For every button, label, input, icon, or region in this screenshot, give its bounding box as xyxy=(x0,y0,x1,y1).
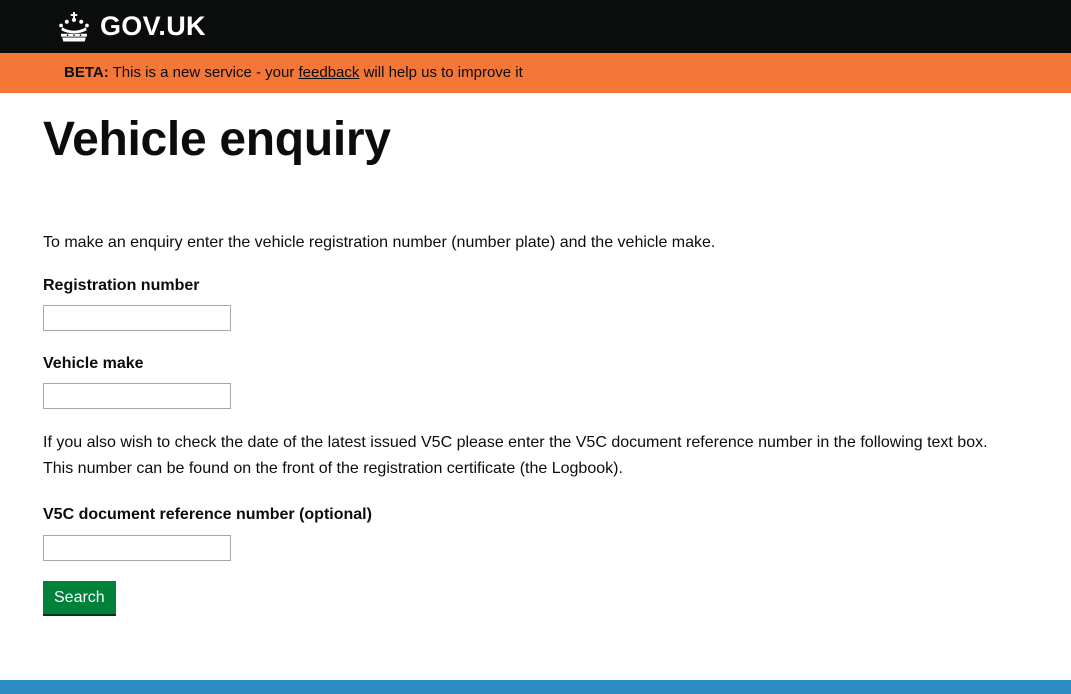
phase-banner-text-after: will help us to improve it xyxy=(359,64,523,81)
v5c-helper-paragraph: If you also wish to check the date of th… xyxy=(43,434,988,478)
page-title: Vehicle enquiry xyxy=(43,113,391,166)
registration-number-label: Registration number xyxy=(43,276,200,294)
vehicle-make-label: Vehicle make xyxy=(43,355,144,373)
phase-banner-content: BETA: This is a new service - your feedb… xyxy=(0,64,523,82)
search-button[interactable]: Search xyxy=(43,580,116,616)
registration-number-input[interactable] xyxy=(43,305,231,332)
intro-paragraph: To make an enquiry enter the vehicle reg… xyxy=(43,233,716,251)
vehicle-make-input[interactable] xyxy=(43,383,231,410)
v5c-reference-input[interactable] xyxy=(43,534,231,561)
footer-blue-strip xyxy=(0,680,1071,694)
feedback-link[interactable]: feedback xyxy=(299,64,360,81)
phase-banner-text-before: This is a new service - your xyxy=(108,64,299,81)
v5c-reference-label: V5C document reference number (optional) xyxy=(43,506,372,524)
beta-tag: BETA: xyxy=(64,64,109,81)
gov-uk-logotype[interactable]: GOV.UK xyxy=(100,13,206,40)
beta-phase-banner: BETA: This is a new service - your feedb… xyxy=(0,53,1071,93)
gov-uk-header: GOV.UK xyxy=(0,0,1071,53)
crown-icon xyxy=(56,11,92,42)
main-content: Vehicle enquiry To make an enquiry enter… xyxy=(0,93,1071,616)
gov-uk-header-logo-group[interactable]: GOV.UK xyxy=(0,11,206,42)
